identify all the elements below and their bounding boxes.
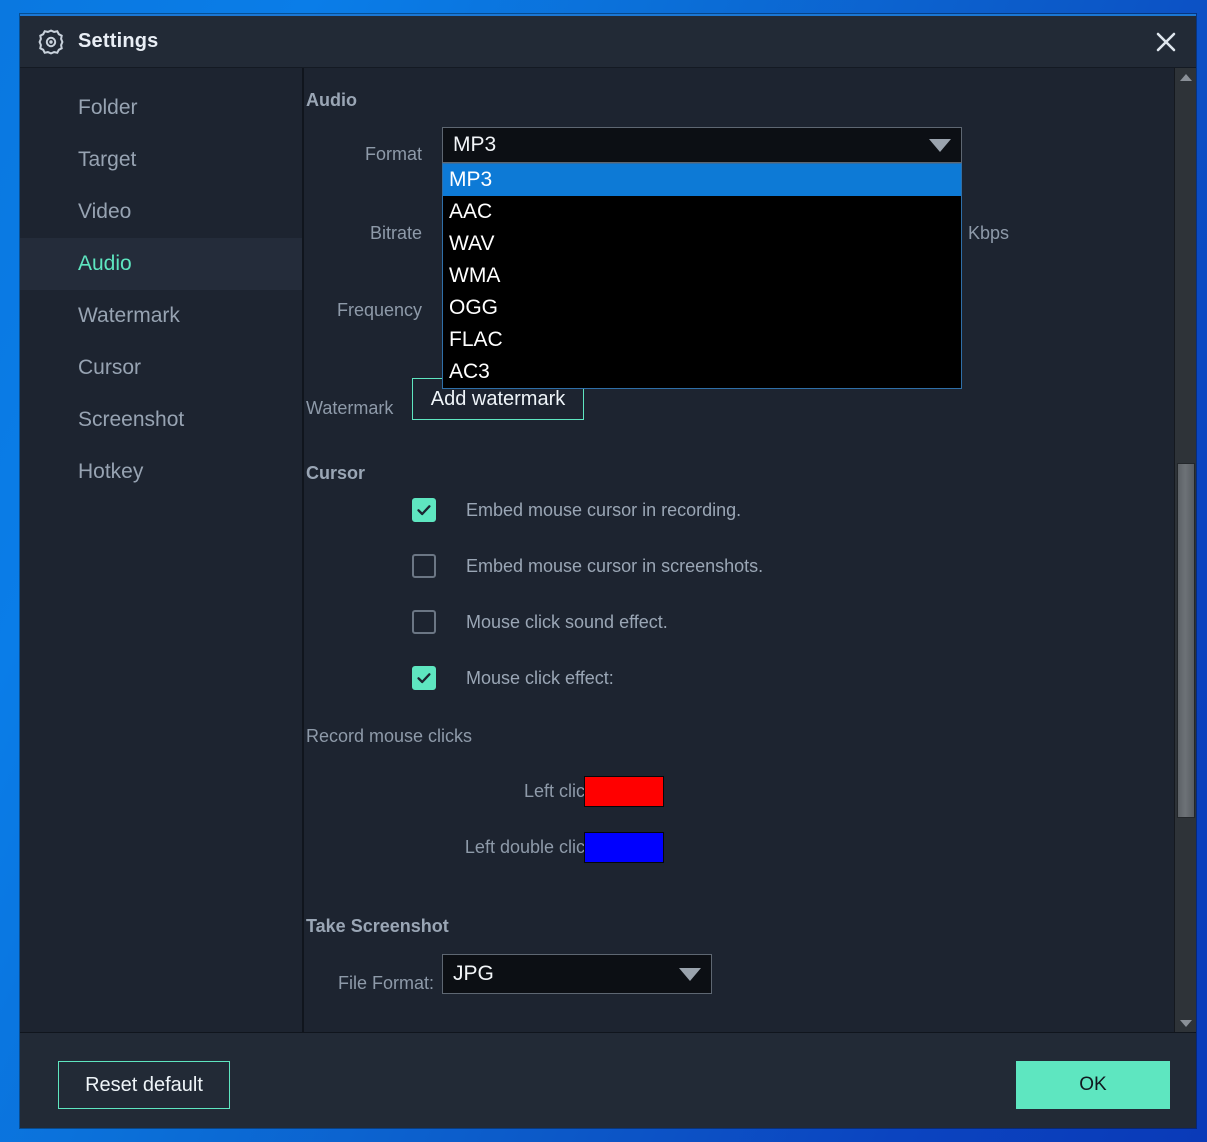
record-mouse-clicks-label: Record mouse clicks	[306, 726, 566, 747]
checkbox-embed-cursor-recording[interactable]	[412, 498, 436, 522]
checkbox-row-mouse-click-effect[interactable]: Mouse click effect:	[412, 666, 614, 690]
checkbox-mouse-click-sound[interactable]	[412, 610, 436, 634]
audio-format-value: MP3	[453, 133, 496, 157]
section-title-cursor: Cursor	[306, 463, 365, 484]
file-format-label: File Format:	[304, 973, 434, 994]
sidebar-item-label: Video	[78, 200, 131, 224]
audio-format-combo[interactable]: MP3	[442, 127, 962, 163]
dropdown-option-label: AC3	[449, 360, 490, 384]
section-title-take-screenshot: Take Screenshot	[306, 916, 449, 937]
title-bar: Settings	[20, 16, 1196, 68]
frequency-label: Frequency	[304, 300, 422, 321]
scrollbar-thumb[interactable]	[1177, 463, 1195, 818]
dropdown-option-label: OGG	[449, 296, 498, 320]
settings-window: Settings Folder Target Video Audio Water…	[20, 14, 1196, 1128]
checkbox-label: Mouse click sound effect.	[466, 612, 668, 633]
dropdown-option-label: WAV	[449, 232, 495, 256]
chevron-up-icon	[1180, 74, 1192, 81]
gear-icon	[36, 27, 66, 57]
screenshot-file-format-combo[interactable]: JPG	[442, 954, 712, 994]
page-title: Settings	[78, 30, 159, 53]
sidebar-item-label: Screenshot	[78, 408, 184, 432]
checkbox-row-embed-cursor-recording[interactable]: Embed mouse cursor in recording.	[412, 498, 741, 522]
bitrate-label: Bitrate	[304, 223, 422, 244]
left-click-label: Left click	[394, 781, 594, 802]
dropdown-option-wav[interactable]: WAV	[443, 228, 961, 260]
reset-default-button[interactable]: Reset default	[58, 1061, 230, 1109]
sidebar-item-label: Hotkey	[78, 460, 143, 484]
dialog-footer: Reset default OK	[20, 1032, 1196, 1128]
sidebar-item-label: Folder	[78, 96, 138, 120]
dropdown-option-mp3[interactable]: MP3	[443, 164, 961, 196]
dropdown-option-ogg[interactable]: OGG	[443, 292, 961, 324]
chevron-down-icon	[679, 968, 701, 981]
dropdown-option-label: MP3	[449, 168, 492, 192]
dropdown-option-ac3[interactable]: AC3	[443, 356, 961, 388]
checkbox-row-mouse-click-sound[interactable]: Mouse click sound effect.	[412, 610, 668, 634]
chevron-down-icon	[929, 139, 951, 152]
checkbox-row-embed-cursor-screenshots[interactable]: Embed mouse cursor in screenshots.	[412, 554, 763, 578]
settings-content-panel: Audio Format MP3 Bitrate Kbps Frequency …	[304, 68, 1196, 1032]
sidebar-item-label: Cursor	[78, 356, 141, 380]
sidebar-item-label: Audio	[78, 252, 132, 276]
main-scrollbar[interactable]	[1174, 68, 1196, 1032]
window-body: Folder Target Video Audio Watermark Curs…	[20, 68, 1196, 1032]
sidebar-item-folder[interactable]: Folder	[20, 82, 302, 134]
dropdown-option-label: FLAC	[449, 328, 503, 352]
ok-button[interactable]: OK	[1016, 1061, 1170, 1109]
checkbox-mouse-click-effect[interactable]	[412, 666, 436, 690]
left-click-color-swatch[interactable]	[584, 776, 664, 807]
sidebar-item-label: Watermark	[78, 304, 180, 328]
close-button[interactable]	[1136, 16, 1196, 68]
sidebar-item-target[interactable]: Target	[20, 134, 302, 186]
dropdown-option-wma[interactable]: WMA	[443, 260, 961, 292]
bitrate-unit-label: Kbps	[968, 223, 1058, 244]
checkbox-label: Mouse click effect:	[466, 668, 614, 689]
dropdown-option-label: AAC	[449, 200, 492, 224]
format-label: Format	[304, 144, 422, 165]
sidebar-item-watermark[interactable]: Watermark	[20, 290, 302, 342]
screenshot-file-format-value: JPG	[453, 962, 494, 986]
sidebar-item-cursor[interactable]: Cursor	[20, 342, 302, 394]
chevron-down-icon	[1180, 1020, 1192, 1027]
scrollbar-up-button[interactable]	[1175, 68, 1196, 86]
sidebar-item-screenshot[interactable]: Screenshot	[20, 394, 302, 446]
left-double-click-label: Left double click	[354, 837, 594, 858]
left-double-click-color-swatch[interactable]	[584, 832, 664, 863]
dropdown-option-flac[interactable]: FLAC	[443, 324, 961, 356]
dropdown-option-aac[interactable]: AAC	[443, 196, 961, 228]
close-icon	[1151, 27, 1181, 57]
section-title-audio: Audio	[306, 90, 357, 111]
dropdown-option-label: WMA	[449, 264, 500, 288]
audio-format-dropdown-list[interactable]: MP3 AAC WAV WMA OGG FLAC AC3	[442, 163, 962, 389]
sidebar-item-label: Target	[78, 148, 136, 172]
checkbox-label: Embed mouse cursor in screenshots.	[466, 556, 763, 577]
sidebar-item-audio[interactable]: Audio	[20, 238, 302, 290]
sidebar-item-hotkey[interactable]: Hotkey	[20, 446, 302, 498]
checkbox-embed-cursor-screenshots[interactable]	[412, 554, 436, 578]
settings-content-inner: Audio Format MP3 Bitrate Kbps Frequency …	[304, 68, 1174, 1032]
scrollbar-down-button[interactable]	[1175, 1014, 1196, 1032]
sidebar: Folder Target Video Audio Watermark Curs…	[20, 68, 304, 1032]
checkbox-label: Embed mouse cursor in recording.	[466, 500, 741, 521]
sidebar-item-video[interactable]: Video	[20, 186, 302, 238]
